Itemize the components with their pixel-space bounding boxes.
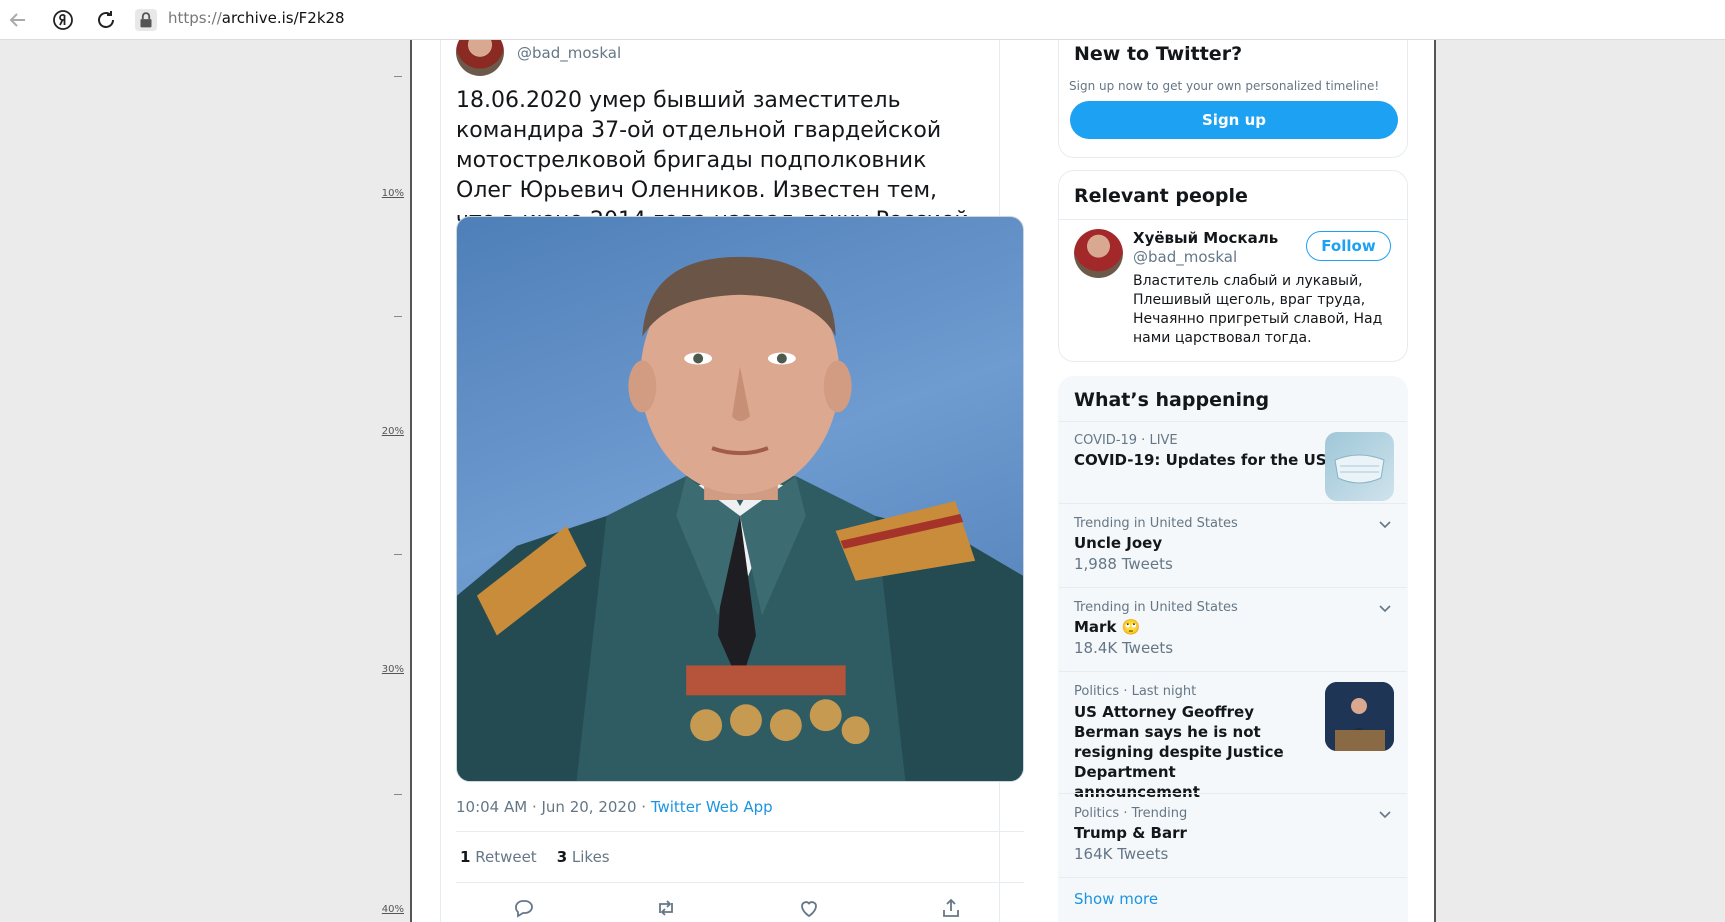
likes-label: Likes — [571, 848, 610, 866]
ruler-tick — [394, 76, 402, 77]
ruler-tick — [394, 554, 402, 555]
ruler-label-30[interactable]: 30% — [382, 664, 404, 675]
ruler-label-20[interactable]: 20% — [382, 426, 404, 437]
sign-up-button[interactable]: Sign up — [1070, 101, 1398, 139]
trend-item[interactable]: Politics · Last night US Attorney Geoffr… — [1059, 671, 1407, 801]
tweet-timestamp[interactable]: 10:04 AM · Jun 20, 2020 · — [456, 798, 651, 816]
trend-count: 1,988 Tweets — [1074, 555, 1173, 573]
ruler-label-40[interactable]: 40% — [382, 904, 404, 915]
chevron-down-icon[interactable] — [1377, 516, 1393, 532]
browser-toolbar: https://archive.is/F2k28 — [0, 0, 1725, 40]
relevant-people-card: Relevant people Хуёвый Москаль @bad_mosk… — [1058, 170, 1408, 362]
divider — [456, 882, 1024, 883]
chevron-down-icon[interactable] — [1377, 806, 1393, 822]
trend-item[interactable]: Trending in United States Uncle Joey 1,9… — [1059, 503, 1407, 587]
relevant-person-name[interactable]: Хуёвый Москаль — [1133, 229, 1278, 247]
archived-page-frame: @bad_moskal 18.06.2020 умер бывший замес… — [410, 40, 1436, 922]
tweet-actions — [456, 896, 1024, 922]
relevant-person-bio: Властитель слабый и лукавый, Плешивый ще… — [1133, 273, 1383, 346]
show-more-row: Show more — [1059, 877, 1407, 922]
ruler-label-10[interactable]: 10% — [382, 188, 404, 199]
url-scheme: https:// — [168, 9, 222, 27]
tweet-meta: 10:04 AM · Jun 20, 2020 · Twitter Web Ap… — [456, 798, 773, 816]
trend-context: COVID-19 · LIVE — [1074, 433, 1178, 448]
trend-item[interactable]: COVID-19 · LIVE COVID-19: Updates for th… — [1059, 421, 1407, 503]
show-more-link[interactable]: Show more — [1074, 890, 1158, 908]
share-icon[interactable] — [939, 896, 963, 920]
trend-context: Trending in United States — [1074, 516, 1238, 531]
trend-count: 18.4K Tweets — [1074, 639, 1174, 657]
heart-icon[interactable] — [797, 896, 821, 920]
tweet-source-link[interactable]: Twitter Web App — [651, 798, 773, 816]
relevant-person-avatar[interactable] — [1074, 229, 1123, 278]
arrow-left-icon[interactable] — [6, 8, 30, 32]
ruler-tick — [394, 316, 402, 317]
tweet-column: @bad_moskal 18.06.2020 умер бывший замес… — [440, 40, 1024, 922]
trend-title: Mark 🙄 — [1074, 618, 1141, 636]
chevron-down-icon[interactable] — [1377, 600, 1393, 616]
retweet-count: 1 — [460, 848, 471, 866]
archive-scale-ruler: 10% 20% 30% 40% — [360, 40, 410, 922]
trend-item[interactable]: Politics · Trending Trump & Barr 164K Tw… — [1059, 793, 1407, 877]
divider — [1059, 219, 1407, 220]
new-to-twitter-card: New to Twitter? Sign up now to get your … — [1058, 40, 1408, 158]
author-avatar[interactable] — [456, 40, 504, 76]
follow-button[interactable]: Follow — [1306, 231, 1391, 261]
trend-thumbnail — [1325, 682, 1394, 751]
trend-title: COVID-19: Updates for the US — [1074, 451, 1327, 469]
tweet-stats: 1 Retweet 3 Likes — [460, 848, 610, 866]
tweet-photo[interactable] — [456, 216, 1024, 782]
new-to-twitter-title: New to Twitter? — [1074, 43, 1243, 65]
yandex-logo-icon[interactable] — [51, 8, 75, 32]
whats-happening-title: What’s happening — [1074, 389, 1270, 411]
likes-stat[interactable]: 3 Likes — [557, 848, 610, 866]
lock-icon[interactable] — [135, 9, 157, 31]
trend-thumbnail — [1325, 432, 1394, 501]
trend-item[interactable]: Trending in United States Mark 🙄 18.4K T… — [1059, 587, 1407, 671]
trend-title: Trump & Barr — [1074, 824, 1187, 842]
trend-title: US Attorney Geoffrey Berman says he is n… — [1074, 703, 1284, 801]
address-bar[interactable]: https://archive.is/F2k28 — [168, 9, 345, 27]
divider — [456, 831, 1024, 832]
officer-portrait-image — [457, 256, 1023, 781]
relevant-people-title: Relevant people — [1074, 185, 1248, 207]
retweet-stat[interactable]: 1 Retweet — [460, 848, 537, 866]
trend-context: Politics · Trending — [1074, 806, 1188, 821]
relevant-person-handle[interactable]: @bad_moskal — [1133, 248, 1237, 266]
trend-title: Uncle Joey — [1074, 534, 1163, 552]
whats-happening-card: What’s happening COVID-19 · LIVE COVID-1… — [1058, 376, 1408, 922]
ruler-tick — [394, 794, 402, 795]
url-host: archive.is/F2k28 — [221, 9, 345, 27]
retweet-icon[interactable] — [654, 896, 678, 920]
likes-count: 3 — [556, 848, 568, 866]
tweet-text: 18.06.2020 умер бывший заместитель коман… — [456, 88, 976, 233]
author-handle[interactable]: @bad_moskal — [517, 44, 621, 62]
reply-icon[interactable] — [512, 896, 536, 920]
new-to-twitter-subtitle: Sign up now to get your own personalized… — [1069, 79, 1380, 93]
reload-icon[interactable] — [94, 8, 118, 32]
trend-count: 164K Tweets — [1074, 845, 1169, 863]
retweet-label: Retweet — [475, 848, 537, 866]
trend-context: Politics · Last night — [1074, 684, 1197, 699]
trend-context: Trending in United States — [1074, 600, 1238, 615]
